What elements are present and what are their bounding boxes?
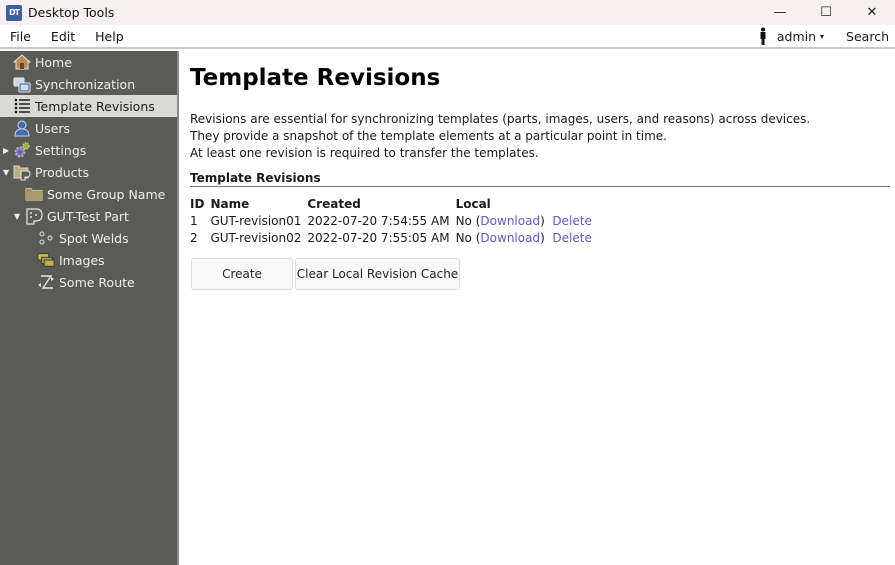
- sidebar-item-label: Home: [35, 54, 72, 70]
- sidebar-item-label: Template Revisions: [35, 98, 155, 114]
- sidebar-item-gut-test-part[interactable]: ▼ GUT-Test Part: [0, 205, 177, 227]
- images-icon: [37, 251, 55, 269]
- sidebar-item-users[interactable]: Users: [0, 117, 177, 139]
- sync-icon: [13, 75, 31, 93]
- maximize-button[interactable]: ☐: [803, 0, 849, 25]
- sidebar-item-synchronization[interactable]: Synchronization: [0, 73, 177, 95]
- local-status: No: [455, 213, 472, 228]
- sidebar-item-home[interactable]: Home: [0, 51, 177, 73]
- sidebar-item-some-group-name[interactable]: Some Group Name: [0, 183, 177, 205]
- cell-id: 2: [190, 230, 198, 245]
- sidebar-item-images[interactable]: Images: [0, 249, 177, 271]
- sidebar-item-label: Some Route: [59, 274, 135, 290]
- revisions-table: ID Name Created Local 1 GUT-revision01 2…: [190, 195, 598, 246]
- sidebar-item-some-route[interactable]: Some Route: [0, 271, 177, 293]
- local-status: No: [455, 230, 472, 245]
- collapse-icon[interactable]: ▼: [3, 168, 11, 177]
- download-link[interactable]: Download: [480, 231, 540, 245]
- column-header-name: Name: [210, 196, 250, 211]
- sidebar-item-products[interactable]: ▼ Products: [0, 161, 177, 183]
- description-line: Revisions are essential for synchronizin…: [190, 112, 811, 126]
- paren-close: ): [540, 213, 545, 228]
- part-icon: [25, 207, 43, 225]
- cell-local: No (Download) Delete: [456, 229, 598, 246]
- cell-local: No (Download) Delete: [456, 212, 598, 229]
- chevron-down-icon[interactable]: ▾: [820, 32, 824, 41]
- list-icon: [13, 97, 31, 115]
- cell-id: 1: [190, 213, 198, 228]
- sidebar-item-spot-welds[interactable]: Spot Welds: [0, 227, 177, 249]
- description-line: They provide a snapshot of the template …: [190, 129, 667, 143]
- page-title: Template Revisions: [190, 65, 441, 91]
- section-divider: [190, 186, 890, 187]
- cell-name: GUT-revision02: [210, 230, 302, 245]
- table-row: 1 GUT-revision01 2022-07-20 7:54:55 AM N…: [190, 212, 598, 229]
- sidebar-item-label: Products: [35, 164, 89, 180]
- title-bar: DT Desktop Tools — ☐ ✕: [0, 0, 895, 25]
- products-icon: [13, 163, 31, 181]
- user-menu[interactable]: admin: [777, 29, 816, 44]
- sidebar-item-label: Spot Welds: [59, 230, 129, 246]
- menu-file[interactable]: File: [0, 29, 41, 44]
- table-row: 2 GUT-revision02 2022-07-20 7:55:05 AM N…: [190, 229, 598, 246]
- folder-icon: [25, 185, 43, 203]
- close-button[interactable]: ✕: [849, 0, 895, 25]
- app-logo-icon: DT: [6, 4, 22, 21]
- spot-welds-icon: [37, 229, 55, 247]
- create-button[interactable]: Create: [191, 258, 293, 290]
- column-header-local: Local: [455, 196, 491, 211]
- user-icon: [13, 119, 31, 137]
- description-line: At least one revision is required to tra…: [190, 146, 539, 160]
- menu-edit[interactable]: Edit: [41, 29, 85, 44]
- section-title: Template Revisions: [190, 171, 321, 185]
- menu-help[interactable]: Help: [85, 29, 134, 44]
- cell-name: GUT-revision01: [210, 213, 302, 228]
- sidebar-item-label: Images: [59, 252, 105, 268]
- person-icon: [760, 27, 766, 45]
- sidebar: Home Synchronization Template Revisions …: [0, 51, 179, 565]
- cell-created: 2022-07-20 7:55:05 AM: [307, 230, 450, 245]
- sidebar-item-label: Some Group Name: [47, 186, 166, 202]
- sidebar-item-label: GUT-Test Part: [47, 208, 129, 224]
- window-title: Desktop Tools: [28, 5, 115, 20]
- sidebar-item-settings[interactable]: ▶ Settings: [0, 139, 177, 161]
- cell-created: 2022-07-20 7:54:55 AM: [307, 213, 450, 228]
- sidebar-item-label: Settings: [35, 142, 87, 158]
- table-header-row: ID Name Created Local: [190, 195, 598, 212]
- delete-link[interactable]: Delete: [552, 214, 591, 228]
- sidebar-item-label: Synchronization: [35, 76, 136, 92]
- clear-local-revision-cache-button[interactable]: Clear Local Revision Cache: [295, 258, 460, 290]
- gear-icon: [13, 141, 31, 159]
- search-button[interactable]: Search: [846, 29, 889, 44]
- column-header-id: ID: [190, 196, 205, 211]
- download-link[interactable]: Download: [480, 214, 540, 228]
- home-icon: [13, 53, 31, 71]
- menu-bar: File Edit Help admin ▾ Search: [0, 25, 895, 49]
- sidebar-item-template-revisions[interactable]: Template Revisions: [0, 95, 177, 117]
- expand-icon[interactable]: ▶: [3, 146, 11, 155]
- main-content: Template Revisions Revisions are essenti…: [181, 51, 895, 565]
- sidebar-item-label: Users: [35, 120, 71, 136]
- minimize-button[interactable]: —: [757, 0, 803, 25]
- column-header-created: Created: [307, 196, 361, 211]
- description: Revisions are essential for synchronizin…: [190, 111, 810, 162]
- paren-close: ): [540, 230, 545, 245]
- collapse-icon[interactable]: ▼: [14, 212, 22, 221]
- delete-link[interactable]: Delete: [552, 231, 591, 245]
- route-icon: [37, 273, 55, 291]
